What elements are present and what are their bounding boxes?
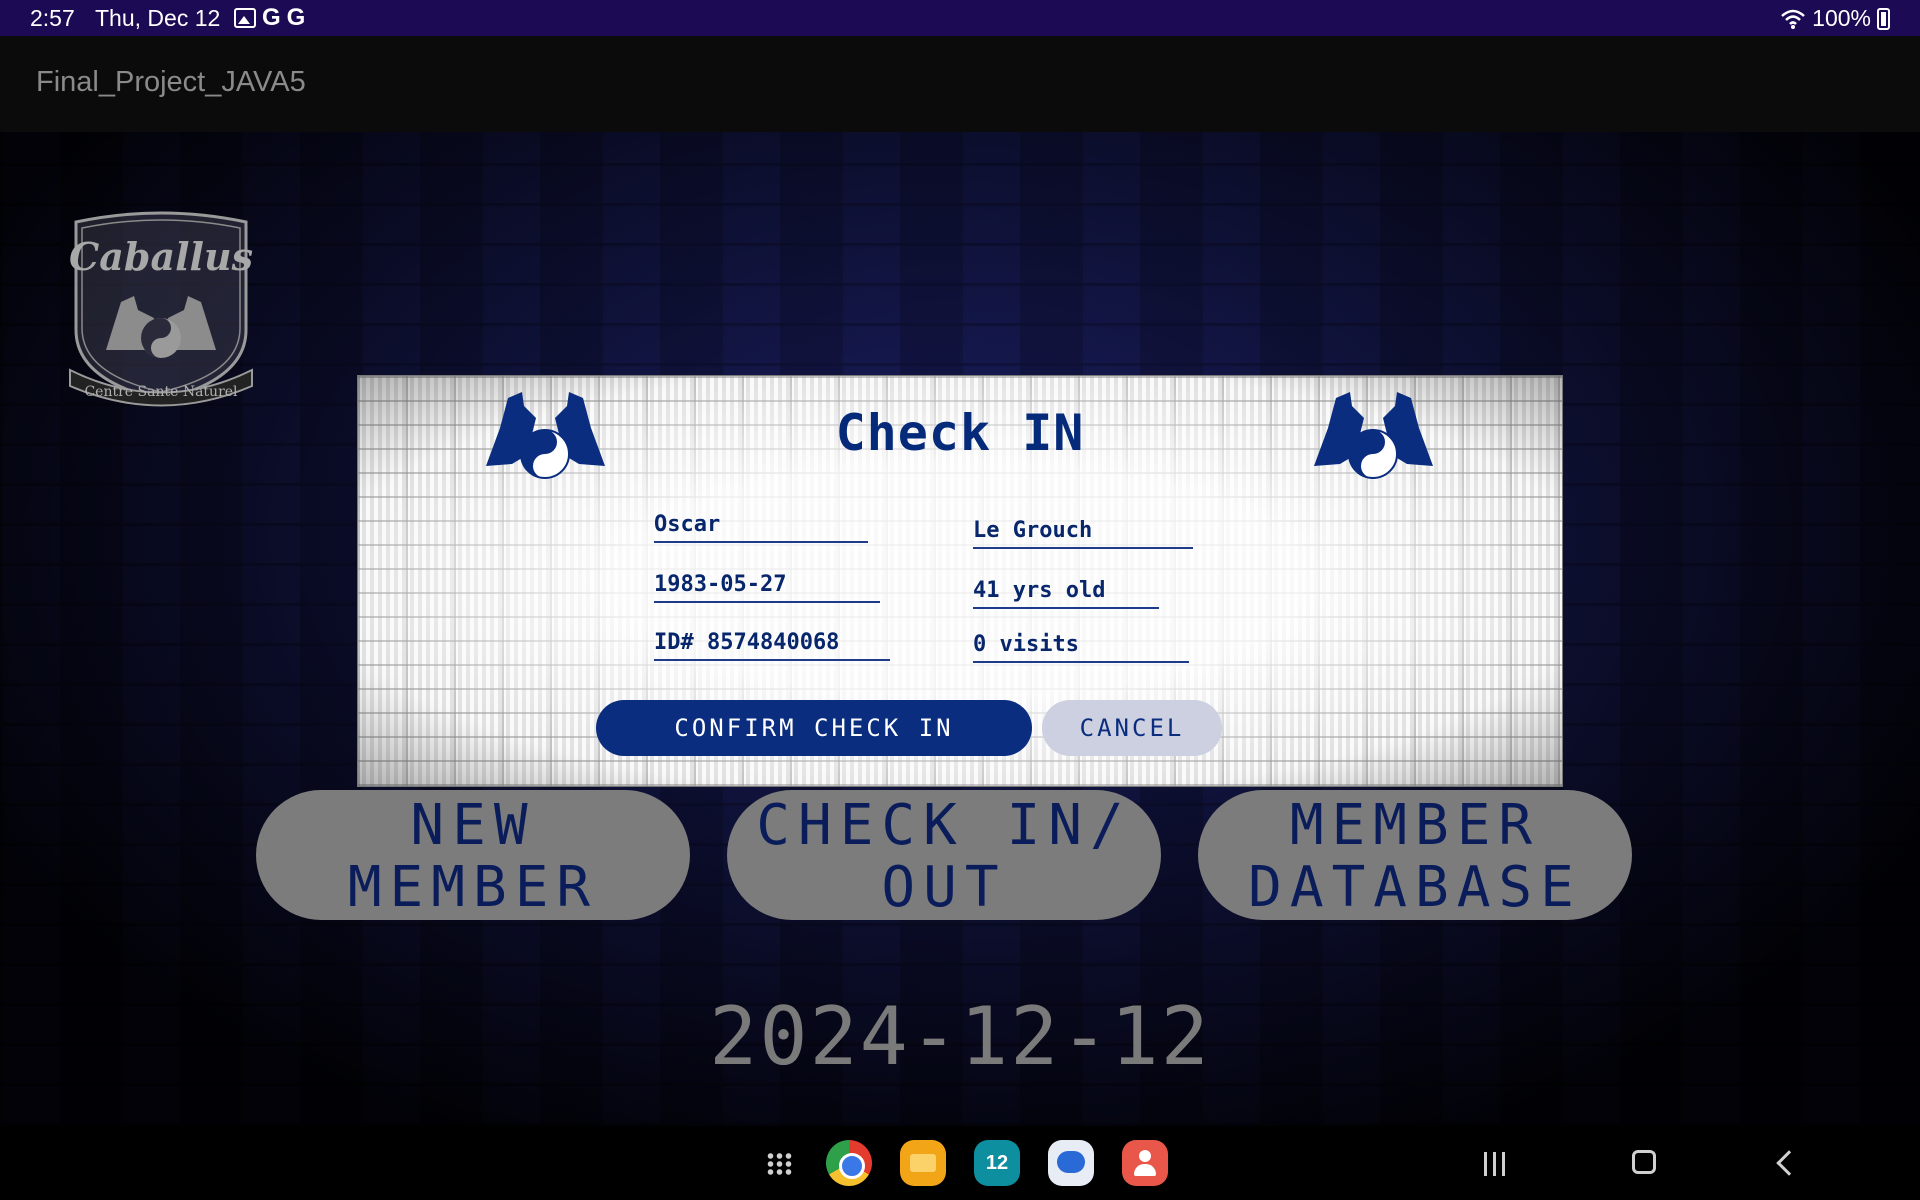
- svg-text:Centre Sante Naturel: Centre Sante Naturel: [84, 384, 238, 400]
- navigation-bar: 12: [0, 1126, 1920, 1200]
- notification-icons: G G: [234, 6, 305, 30]
- google-icon: G: [262, 4, 281, 31]
- status-time: 2:57: [30, 5, 75, 31]
- visits-field[interactable]: 0 visits: [973, 632, 1189, 663]
- confirm-check-in-button[interactable]: CONFIRM CHECK IN: [596, 700, 1032, 756]
- app-drawer-icon[interactable]: [766, 1152, 794, 1176]
- svg-text:Caballus: Caballus: [69, 234, 253, 279]
- image-icon: [234, 8, 256, 28]
- current-date: 2024-12-12: [709, 990, 1211, 1083]
- new-member-button[interactable]: NEW MEMBER: [256, 790, 690, 920]
- battery-icon: [1877, 7, 1890, 30]
- messages-icon[interactable]: [1048, 1140, 1094, 1186]
- check-in-out-button[interactable]: CHECK IN/ OUT: [727, 790, 1161, 920]
- battery-percent: 100%: [1812, 5, 1871, 31]
- contacts-icon[interactable]: [1122, 1140, 1168, 1186]
- recent-apps-icon[interactable]: [1484, 1152, 1510, 1176]
- wifi-icon: [1781, 9, 1806, 29]
- google-icon: G: [286, 4, 306, 31]
- app-title: Final_Project_JAVA5: [36, 66, 306, 98]
- age-field[interactable]: 41 yrs old: [973, 578, 1159, 609]
- horses-yin-yang-icon: [486, 392, 605, 479]
- last-name-field[interactable]: Le Grouch: [973, 518, 1193, 549]
- app-bar: Final_Project_JAVA5: [0, 36, 1920, 132]
- home-icon[interactable]: [1632, 1150, 1656, 1174]
- status-right: 100%: [1780, 5, 1890, 32]
- back-icon[interactable]: [1776, 1150, 1802, 1176]
- member-database-button[interactable]: MEMBER DATABASE: [1198, 790, 1632, 920]
- status-bar: 2:57 Thu, Dec 12 G G 100%: [0, 0, 1920, 36]
- cancel-button[interactable]: CANCEL: [1042, 700, 1222, 756]
- caballus-logo: Caballus Centre Sante Naturel: [69, 211, 253, 407]
- chrome-icon[interactable]: [826, 1140, 872, 1186]
- dialog-title: Check IN: [835, 404, 1085, 462]
- status-date: Thu, Dec 12: [95, 5, 221, 31]
- member-id-field[interactable]: ID# 8574840068: [654, 630, 890, 661]
- calendar-icon[interactable]: 12: [974, 1140, 1020, 1186]
- dob-field[interactable]: 1983-05-27: [654, 572, 880, 603]
- first-name-field[interactable]: Oscar: [654, 512, 868, 543]
- horses-yin-yang-icon: [1314, 392, 1433, 479]
- files-icon[interactable]: [900, 1140, 946, 1186]
- check-in-dialog: Check IN Oscar Le Grouch 1983-05-27 41 y…: [358, 376, 1562, 786]
